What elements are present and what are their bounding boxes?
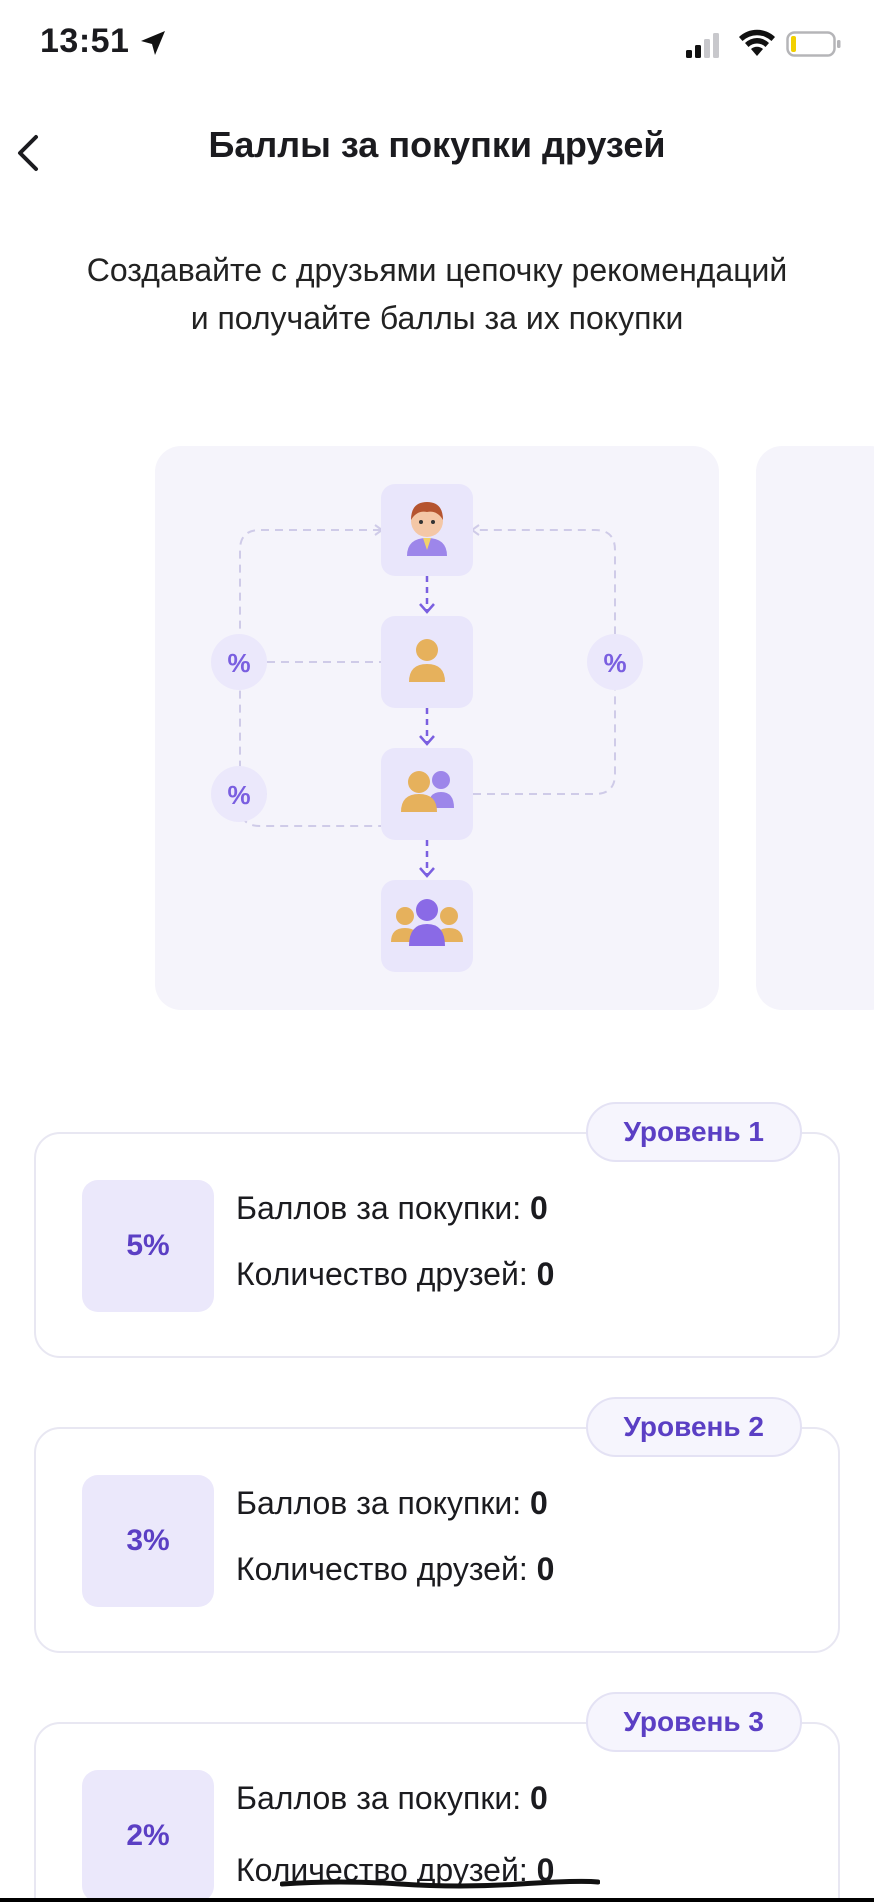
friends-stat: Количество друзей: 0 <box>236 1551 554 1588</box>
referral-chain-illustration: % % % <box>155 446 719 1010</box>
friends-value: 0 <box>536 1551 555 1587</box>
subtitle: Создавайте с друзьями цепочку рекомендац… <box>86 252 788 336</box>
points-label: Баллов за покупки: <box>236 1190 531 1226</box>
wifi-icon <box>739 29 775 56</box>
friends-value: 0 <box>536 1256 555 1292</box>
level-badge: Уровень 2 <box>585 1397 802 1457</box>
points-label: Баллов за покупки: <box>236 1485 531 1521</box>
level-card-2: Уровень 2 3% Баллов за покупки: 0 Количе… <box>34 1397 840 1653</box>
level-badge: Уровень 3 <box>585 1692 802 1752</box>
points-value: 0 <box>530 1190 548 1226</box>
status-bar: 13:51 <box>0 0 874 90</box>
percent-label-left-bottom: % <box>227 780 250 810</box>
scribble-mark <box>280 1878 600 1889</box>
points-label: Баллов за покупки: <box>236 1780 531 1816</box>
points-value: 0 <box>530 1780 548 1816</box>
status-time: 13:51 <box>40 22 130 60</box>
referral-chain-diagram: % % % <box>211 484 643 972</box>
level-card-1: Уровень 1 5% Баллов за покупки: 0 Количе… <box>34 1102 840 1358</box>
level-badge: Уровень 1 <box>585 1102 802 1162</box>
next-illustration-card[interactable] <box>756 446 874 1010</box>
page-title: Баллы за покупки друзей <box>208 124 666 165</box>
points-stat: Баллов за покупки: 0 <box>236 1485 548 1522</box>
friends-stat: Количество друзей: 0 <box>236 1256 554 1293</box>
points-stat: Баллов за покупки: 0 <box>236 1190 548 1227</box>
percent-label-right: % <box>603 648 626 678</box>
points-value: 0 <box>530 1485 548 1521</box>
level-card-3: Уровень 3 2% Баллов за покупки: 0 Количе… <box>34 1692 840 1902</box>
percent-box: 3% <box>82 1475 214 1607</box>
percent-box: 5% <box>82 1180 214 1312</box>
friends-label: Количество друзей: <box>236 1551 537 1587</box>
percent-box: 2% <box>82 1770 214 1902</box>
points-stat: Баллов за покупки: 0 <box>236 1780 548 1817</box>
battery-icon <box>786 31 841 57</box>
bottom-edge <box>0 1898 874 1902</box>
percent-label-left-top: % <box>227 648 250 678</box>
friends-label: Количество друзей: <box>236 1256 537 1292</box>
cellular-signal-icon <box>686 33 719 58</box>
location-arrow-icon <box>141 31 165 55</box>
